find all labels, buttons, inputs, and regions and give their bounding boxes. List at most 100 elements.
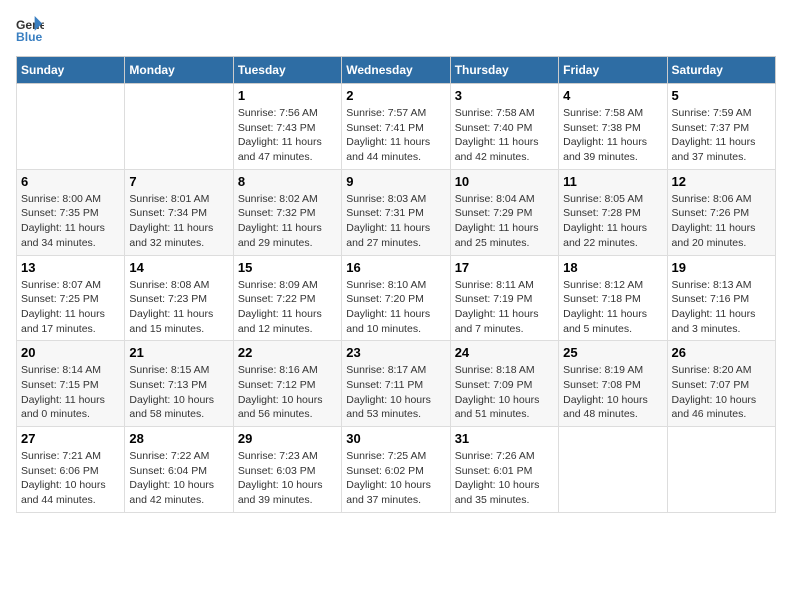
- header-day-sunday: Sunday: [17, 57, 125, 84]
- day-number: 23: [346, 345, 445, 360]
- calendar-cell: [559, 427, 667, 513]
- day-info: Sunrise: 8:06 AM Sunset: 7:26 PM Dayligh…: [672, 192, 771, 251]
- day-number: 29: [238, 431, 337, 446]
- day-info: Sunrise: 8:16 AM Sunset: 7:12 PM Dayligh…: [238, 363, 337, 422]
- header-day-friday: Friday: [559, 57, 667, 84]
- calendar-cell: 29 Sunrise: 7:23 AM Sunset: 6:03 PM Dayli…: [233, 427, 341, 513]
- day-info: Sunrise: 8:00 AM Sunset: 7:35 PM Dayligh…: [21, 192, 120, 251]
- calendar-cell: 28 Sunrise: 7:22 AM Sunset: 6:04 PM Dayli…: [125, 427, 233, 513]
- day-number: 27: [21, 431, 120, 446]
- calendar-cell: 26Sunrise: 8:20 AM Sunset: 7:07 PM Dayli…: [667, 341, 775, 427]
- calendar-cell: 6 Sunrise: 8:00 AM Sunset: 7:35 PM Daylig…: [17, 169, 125, 255]
- calendar-cell: 21 Sunrise: 8:15 AM Sunset: 7:13 PM Dayli…: [125, 341, 233, 427]
- header-day-tuesday: Tuesday: [233, 57, 341, 84]
- day-number: 20: [21, 345, 120, 360]
- day-number: 11: [563, 174, 662, 189]
- day-number: 2: [346, 88, 445, 103]
- logo-icon: General Blue: [16, 16, 44, 44]
- day-number: 13: [21, 260, 120, 275]
- day-number: 12: [672, 174, 771, 189]
- day-number: 25: [563, 345, 662, 360]
- calendar-cell: 13 Sunrise: 8:07 AM Sunset: 7:25 PM Dayli…: [17, 255, 125, 341]
- calendar-cell: 4Sunrise: 7:58 AM Sunset: 7:38 PM Daylig…: [559, 84, 667, 170]
- day-number: 28: [129, 431, 228, 446]
- day-info: Sunrise: 8:17 AM Sunset: 7:11 PM Dayligh…: [346, 363, 445, 422]
- day-info: Sunrise: 8:11 AM Sunset: 7:19 PM Dayligh…: [455, 278, 554, 337]
- calendar-cell: 11Sunrise: 8:05 AM Sunset: 7:28 PM Dayli…: [559, 169, 667, 255]
- day-info: Sunrise: 8:07 AM Sunset: 7:25 PM Dayligh…: [21, 278, 120, 337]
- day-info: Sunrise: 7:56 AM Sunset: 7:43 PM Dayligh…: [238, 106, 337, 165]
- calendar-cell: 22 Sunrise: 8:16 AM Sunset: 7:12 PM Dayli…: [233, 341, 341, 427]
- day-number: 10: [455, 174, 554, 189]
- day-info: Sunrise: 8:15 AM Sunset: 7:13 PM Dayligh…: [129, 363, 228, 422]
- day-number: 9: [346, 174, 445, 189]
- calendar-cell: 14Sunrise: 8:08 AM Sunset: 7:23 PM Dayli…: [125, 255, 233, 341]
- day-number: 4: [563, 88, 662, 103]
- day-info: Sunrise: 8:04 AM Sunset: 7:29 PM Dayligh…: [455, 192, 554, 251]
- day-number: 8: [238, 174, 337, 189]
- day-info: Sunrise: 8:10 AM Sunset: 7:20 PM Dayligh…: [346, 278, 445, 337]
- day-info: Sunrise: 8:18 AM Sunset: 7:09 PM Dayligh…: [455, 363, 554, 422]
- calendar-cell: 24 Sunrise: 8:18 AM Sunset: 7:09 PM Dayli…: [450, 341, 558, 427]
- day-info: Sunrise: 8:14 AM Sunset: 7:15 PM Dayligh…: [21, 363, 120, 422]
- calendar-cell: 7 Sunrise: 8:01 AM Sunset: 7:34 PM Daylig…: [125, 169, 233, 255]
- day-number: 30: [346, 431, 445, 446]
- day-info: Sunrise: 8:08 AM Sunset: 7:23 PM Dayligh…: [129, 278, 228, 337]
- calendar-week-2: 6 Sunrise: 8:00 AM Sunset: 7:35 PM Daylig…: [17, 169, 776, 255]
- calendar-week-4: 20 Sunrise: 8:14 AM Sunset: 7:15 PM Dayli…: [17, 341, 776, 427]
- calendar-cell: 20 Sunrise: 8:14 AM Sunset: 7:15 PM Dayli…: [17, 341, 125, 427]
- day-number: 18: [563, 260, 662, 275]
- calendar-cell: 31 Sunrise: 7:26 AM Sunset: 6:01 PM Dayli…: [450, 427, 558, 513]
- calendar-cell: [667, 427, 775, 513]
- calendar-table: SundayMondayTuesdayWednesdayThursdayFrid…: [16, 56, 776, 513]
- header-day-monday: Monday: [125, 57, 233, 84]
- day-info: Sunrise: 8:03 AM Sunset: 7:31 PM Dayligh…: [346, 192, 445, 251]
- calendar-cell: 1 Sunrise: 7:56 AM Sunset: 7:43 PM Daylig…: [233, 84, 341, 170]
- calendar-cell: 23 Sunrise: 8:17 AM Sunset: 7:11 PM Dayli…: [342, 341, 450, 427]
- calendar-cell: [17, 84, 125, 170]
- day-info: Sunrise: 8:19 AM Sunset: 7:08 PM Dayligh…: [563, 363, 662, 422]
- day-number: 5: [672, 88, 771, 103]
- day-number: 31: [455, 431, 554, 446]
- day-number: 3: [455, 88, 554, 103]
- day-number: 7: [129, 174, 228, 189]
- day-info: Sunrise: 8:09 AM Sunset: 7:22 PM Dayligh…: [238, 278, 337, 337]
- calendar-cell: 25 Sunrise: 8:19 AM Sunset: 7:08 PM Dayli…: [559, 341, 667, 427]
- calendar-cell: 3 Sunrise: 7:58 AM Sunset: 7:40 PM Daylig…: [450, 84, 558, 170]
- day-number: 26: [672, 345, 771, 360]
- day-info: Sunrise: 7:23 AM Sunset: 6:03 PM Dayligh…: [238, 449, 337, 508]
- header-day-wednesday: Wednesday: [342, 57, 450, 84]
- day-info: Sunrise: 8:02 AM Sunset: 7:32 PM Dayligh…: [238, 192, 337, 251]
- header-day-saturday: Saturday: [667, 57, 775, 84]
- day-number: 17: [455, 260, 554, 275]
- calendar-body: 1 Sunrise: 7:56 AM Sunset: 7:43 PM Daylig…: [17, 84, 776, 513]
- calendar-cell: 30 Sunrise: 7:25 AM Sunset: 6:02 PM Dayli…: [342, 427, 450, 513]
- day-number: 6: [21, 174, 120, 189]
- day-number: 22: [238, 345, 337, 360]
- day-info: Sunrise: 7:21 AM Sunset: 6:06 PM Dayligh…: [21, 449, 120, 508]
- day-number: 15: [238, 260, 337, 275]
- calendar-cell: 15 Sunrise: 8:09 AM Sunset: 7:22 PM Dayli…: [233, 255, 341, 341]
- day-info: Sunrise: 8:12 AM Sunset: 7:18 PM Dayligh…: [563, 278, 662, 337]
- day-info: Sunrise: 8:13 AM Sunset: 7:16 PM Dayligh…: [672, 278, 771, 337]
- day-number: 19: [672, 260, 771, 275]
- calendar-cell: 18 Sunrise: 8:12 AM Sunset: 7:18 PM Dayli…: [559, 255, 667, 341]
- day-info: Sunrise: 7:58 AM Sunset: 7:40 PM Dayligh…: [455, 106, 554, 165]
- day-info: Sunrise: 7:26 AM Sunset: 6:01 PM Dayligh…: [455, 449, 554, 508]
- day-number: 1: [238, 88, 337, 103]
- day-info: Sunrise: 7:57 AM Sunset: 7:41 PM Dayligh…: [346, 106, 445, 165]
- day-number: 16: [346, 260, 445, 275]
- calendar-cell: 19 Sunrise: 8:13 AM Sunset: 7:16 PM Dayli…: [667, 255, 775, 341]
- day-info: Sunrise: 8:01 AM Sunset: 7:34 PM Dayligh…: [129, 192, 228, 251]
- day-number: 24: [455, 345, 554, 360]
- calendar-week-5: 27 Sunrise: 7:21 AM Sunset: 6:06 PM Dayli…: [17, 427, 776, 513]
- calendar-cell: [125, 84, 233, 170]
- calendar-cell: 8 Sunrise: 8:02 AM Sunset: 7:32 PM Daylig…: [233, 169, 341, 255]
- calendar-week-1: 1 Sunrise: 7:56 AM Sunset: 7:43 PM Daylig…: [17, 84, 776, 170]
- day-info: Sunrise: 7:22 AM Sunset: 6:04 PM Dayligh…: [129, 449, 228, 508]
- logo: General Blue: [16, 16, 48, 44]
- day-number: 21: [129, 345, 228, 360]
- day-info: Sunrise: 7:25 AM Sunset: 6:02 PM Dayligh…: [346, 449, 445, 508]
- calendar-cell: 12 Sunrise: 8:06 AM Sunset: 7:26 PM Dayli…: [667, 169, 775, 255]
- svg-text:Blue: Blue: [16, 30, 43, 44]
